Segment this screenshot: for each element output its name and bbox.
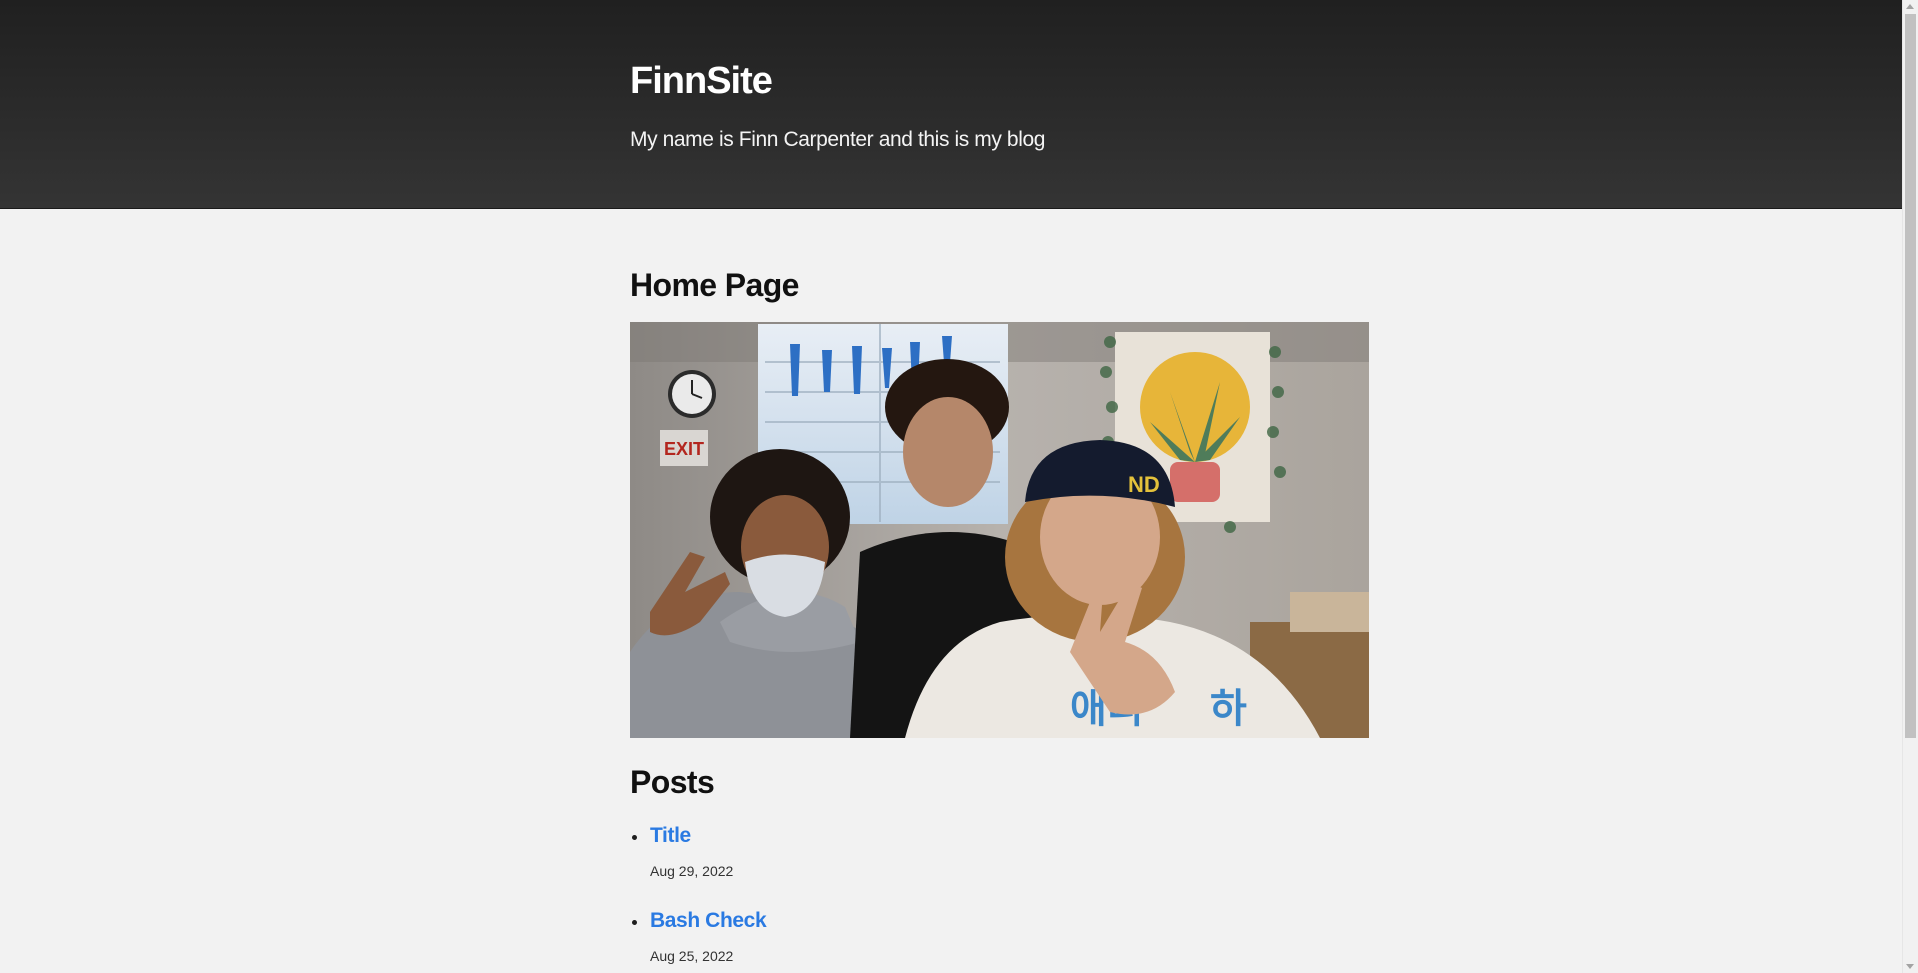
page-title: Home Page: [630, 267, 799, 303]
scroll-down-icon[interactable]: [1906, 964, 1914, 969]
site-title-link[interactable]: FinnSite: [630, 57, 773, 105]
site-header: FinnSite My name is Finn Carpenter and t…: [0, 0, 1902, 209]
bullet-icon: [632, 835, 637, 840]
scroll-up-icon[interactable]: [1906, 4, 1914, 9]
site-description: My name is Finn Carpenter and this is my…: [630, 128, 1046, 151]
list-item: Title Aug 29, 2022: [630, 821, 1370, 906]
post-list: Title Aug 29, 2022 Bash Check Aug 25, 20…: [630, 821, 1370, 973]
post-date: Aug 25, 2022: [650, 948, 734, 964]
svg-text:ND: ND: [1128, 472, 1160, 497]
post-date: Aug 29, 2022: [650, 863, 734, 879]
post-link-bash-check[interactable]: Bash Check: [650, 906, 767, 936]
vertical-scrollbar[interactable]: [1902, 0, 1918, 973]
scroll-thumb[interactable]: [1905, 14, 1916, 738]
posts-heading: Posts: [630, 764, 715, 800]
page: FinnSite My name is Finn Carpenter and t…: [0, 0, 1902, 973]
bullet-icon: [632, 920, 637, 925]
svg-text:하: 하: [1210, 687, 1247, 731]
post-link-title[interactable]: Title: [650, 821, 691, 851]
list-item: Bash Check Aug 25, 2022: [630, 906, 1370, 973]
svg-text:EXIT: EXIT: [664, 439, 704, 459]
group-photo: EXIT 애리 하 ND: [630, 322, 1369, 738]
browser-viewport: FinnSite My name is Finn Carpenter and t…: [0, 0, 1918, 973]
